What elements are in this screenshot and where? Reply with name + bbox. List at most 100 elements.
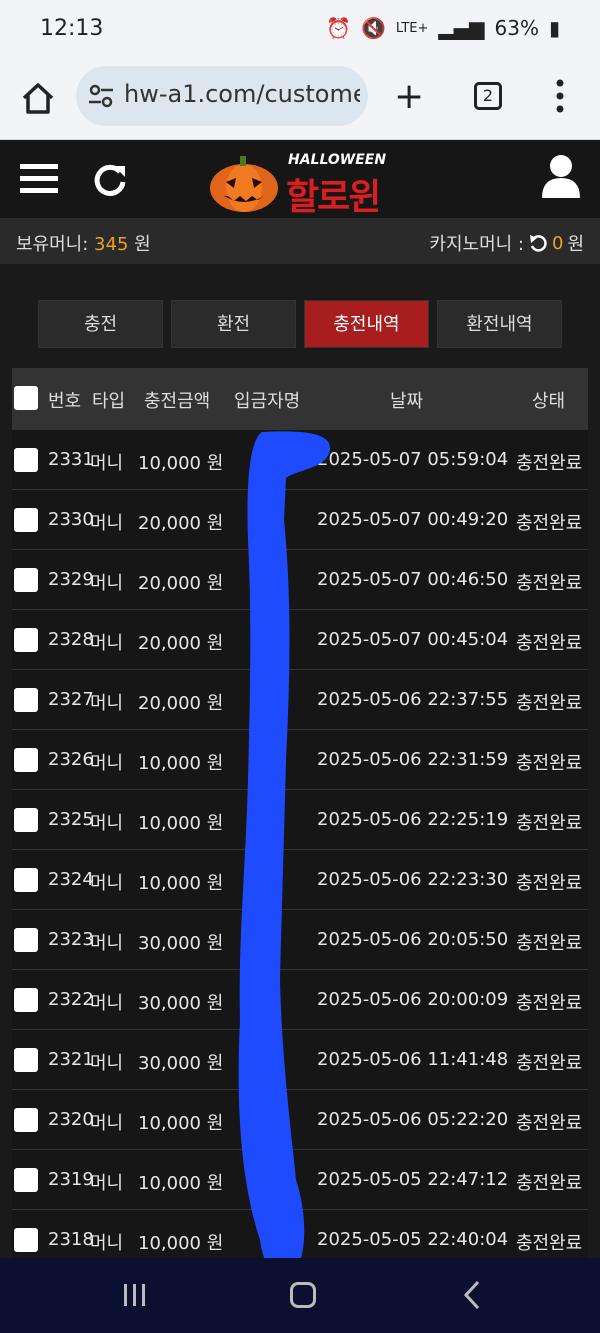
- table-row[interactable]: 2319 머니 10,000 원 2025-05-05 22:47:12 충전완료: [12, 1150, 588, 1210]
- charge-history-table: 번호 타입 충전금액 입금자명 날짜 상태 2331 머니 10,000 원 2025…: [12, 368, 588, 1270]
- tab-charge-history[interactable]: 충전내역: [304, 300, 429, 348]
- row-amount: 10,000 원: [138, 873, 224, 894]
- table-row[interactable]: 2324 머니 10,000 원 2025-05-06 22:23:30 충전완료: [12, 850, 588, 910]
- row-no: 2326: [48, 749, 94, 770]
- row-status: 충전완료: [516, 1113, 583, 1134]
- table-row[interactable]: 2320 머니 10,000 원 2025-05-06 05:22:20 충전완료: [12, 1090, 588, 1150]
- table-row[interactable]: 2325 머니 10,000 원 2025-05-06 22:25:19 충전완료: [12, 790, 588, 850]
- tab-exchange[interactable]: 환전: [171, 300, 296, 348]
- row-no: 2330: [48, 509, 94, 530]
- row-type: 머니: [90, 513, 124, 534]
- tab-charge[interactable]: 충전: [38, 300, 163, 348]
- money-bar: 보유머니: 345 원 카지노머니 : 0 원: [0, 218, 600, 264]
- row-no: 2320: [48, 1109, 94, 1130]
- tab-count: 2: [482, 86, 494, 105]
- site-logo[interactable]: HALLOWEEN 할로윈: [208, 150, 398, 218]
- tab-bar: 충전 환전 충전내역 환전내역: [38, 300, 562, 348]
- row-status: 충전완료: [516, 1053, 583, 1074]
- row-checkbox[interactable]: [14, 1108, 38, 1132]
- address-bar[interactable]: hw-a1.com/customer: [76, 66, 368, 126]
- row-status: 충전완료: [516, 813, 583, 834]
- casino-money: 카지노머니 : 0 원: [429, 230, 584, 256]
- row-no: 2319: [48, 1169, 94, 1190]
- row-amount: 30,000 원: [138, 993, 224, 1014]
- row-checkbox[interactable]: [14, 1168, 38, 1192]
- row-date: 2025-05-06 11:41:48: [317, 1049, 509, 1070]
- row-checkbox[interactable]: [14, 448, 38, 472]
- table-row[interactable]: 2322 머니 30,000 원 2025-05-06 20:00:09 충전완료: [12, 970, 588, 1030]
- row-amount: 30,000 원: [138, 1053, 224, 1074]
- row-status: 충전완료: [516, 753, 583, 774]
- table-row[interactable]: 2330 머니 20,000 원 2025-05-07 00:49:20 충전완료: [12, 490, 588, 550]
- tab-exchange-history[interactable]: 환전내역: [437, 300, 562, 348]
- row-checkbox[interactable]: [14, 928, 38, 952]
- row-status: 충전완료: [516, 1173, 583, 1194]
- user-icon[interactable]: [540, 154, 582, 198]
- site-settings-icon[interactable]: [88, 84, 114, 108]
- row-checkbox[interactable]: [14, 868, 38, 892]
- home-icon[interactable]: [18, 78, 58, 118]
- system-nav-bar: [0, 1258, 600, 1333]
- new-tab-icon[interactable]: +: [394, 76, 424, 117]
- table-row[interactable]: 2331 머니 10,000 원 2025-05-07 05:59:04 충전완료: [12, 430, 588, 490]
- row-no: 2318: [48, 1229, 94, 1250]
- back-icon[interactable]: [462, 1280, 482, 1310]
- clock: 12:13: [40, 16, 104, 41]
- row-checkbox[interactable]: [14, 508, 38, 532]
- header-type: 타입: [92, 391, 126, 412]
- row-no: 2325: [48, 809, 94, 830]
- table-body: 2331 머니 10,000 원 2025-05-07 05:59:04 충전완료 233…: [12, 430, 588, 1270]
- table-row[interactable]: 2323 머니 30,000 원 2025-05-06 20:05:50 충전완료: [12, 910, 588, 970]
- row-type: 머니: [90, 1173, 124, 1194]
- table-row[interactable]: 2329 머니 20,000 원 2025-05-07 00:46:50 충전완료: [12, 550, 588, 610]
- row-status: 충전완료: [516, 873, 583, 894]
- row-amount: 10,000 원: [138, 813, 224, 834]
- header-date: 날짜: [390, 391, 424, 412]
- row-checkbox[interactable]: [14, 988, 38, 1012]
- row-date: 2025-05-06 22:31:59: [317, 749, 509, 770]
- network-label: LTE+: [395, 20, 429, 36]
- row-date: 2025-05-06 20:05:50: [317, 929, 509, 950]
- row-type: 머니: [90, 573, 124, 594]
- signal-icon: ▂▄▆: [438, 16, 485, 40]
- header-amount: 충전금액: [144, 391, 211, 412]
- row-status: 충전완료: [516, 573, 583, 594]
- row-amount: 10,000 원: [138, 453, 224, 474]
- row-checkbox[interactable]: [14, 688, 38, 712]
- row-type: 머니: [90, 1053, 124, 1074]
- url-text: hw-a1.com/customer: [124, 80, 360, 108]
- browser-menu-icon[interactable]: [554, 78, 566, 114]
- row-checkbox[interactable]: [14, 568, 38, 592]
- holding-label: 보유머니:: [16, 234, 89, 255]
- table-row[interactable]: 2327 머니 20,000 원 2025-05-06 22:37:55 충전완료: [12, 670, 588, 730]
- row-date: 2025-05-07 00:45:04: [317, 629, 509, 650]
- select-all-checkbox[interactable]: [14, 386, 38, 410]
- row-checkbox[interactable]: [14, 808, 38, 832]
- row-no: 2321: [48, 1049, 94, 1070]
- row-date: 2025-05-05 22:47:12: [317, 1169, 509, 1190]
- row-status: 충전완료: [516, 1233, 583, 1254]
- row-date: 2025-05-06 22:37:55: [317, 689, 509, 710]
- tab-switcher-icon[interactable]: 2: [474, 82, 502, 110]
- recents-icon[interactable]: [122, 1284, 148, 1306]
- row-type: 머니: [90, 1233, 124, 1254]
- row-amount: 30,000 원: [138, 933, 224, 954]
- hamburger-icon[interactable]: [20, 162, 58, 196]
- row-type: 머니: [90, 933, 124, 954]
- row-checkbox[interactable]: [14, 1048, 38, 1072]
- casino-refresh-icon[interactable]: [528, 233, 548, 253]
- row-amount: 20,000 원: [138, 633, 224, 654]
- row-amount: 10,000 원: [138, 1233, 224, 1254]
- table-row[interactable]: 2321 머니 30,000 원 2025-05-06 11:41:48 충전완료: [12, 1030, 588, 1090]
- refresh-icon[interactable]: [92, 162, 128, 198]
- row-checkbox[interactable]: [14, 1228, 38, 1252]
- table-row[interactable]: 2326 머니 10,000 원 2025-05-06 22:31:59 충전완료: [12, 730, 588, 790]
- home-nav-icon[interactable]: [290, 1282, 316, 1308]
- row-no: 2328: [48, 629, 94, 650]
- system-status-bar: 12:13 ⏰ 🔇 LTE+ ▂▄▆ 63% ▮: [0, 0, 600, 60]
- row-checkbox[interactable]: [14, 628, 38, 652]
- site-header: HALLOWEEN 할로윈: [0, 140, 600, 218]
- row-type: 머니: [90, 873, 124, 894]
- row-checkbox[interactable]: [14, 748, 38, 772]
- table-row[interactable]: 2328 머니 20,000 원 2025-05-07 00:45:04 충전완료: [12, 610, 588, 670]
